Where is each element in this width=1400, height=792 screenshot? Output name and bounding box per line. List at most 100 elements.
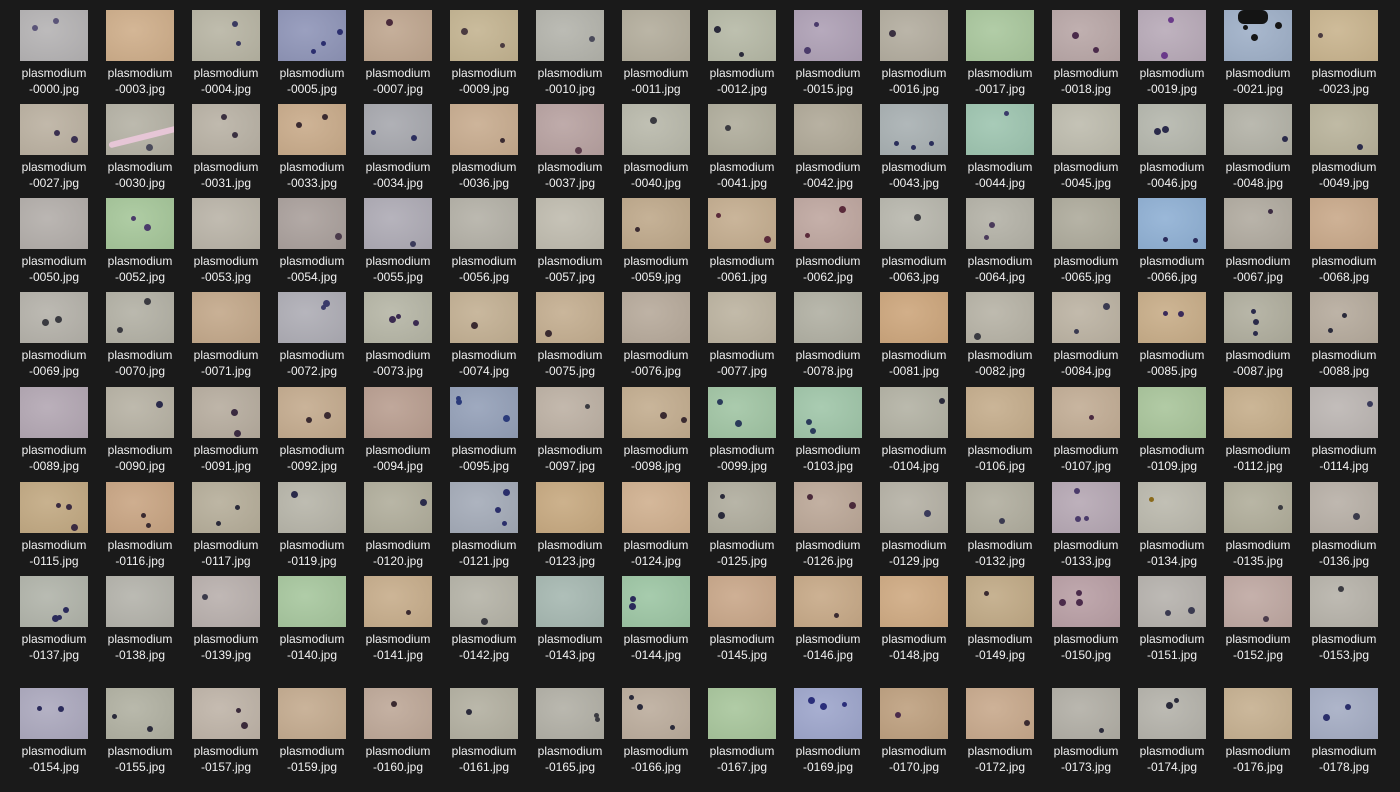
file-thumbnail[interactable] xyxy=(880,688,948,739)
file-thumbnail[interactable] xyxy=(794,292,862,343)
file-tile[interactable]: plasmodium -0103.jpg xyxy=(788,387,868,475)
file-tile[interactable]: plasmodium -0151.jpg xyxy=(1132,576,1212,664)
file-tile[interactable]: plasmodium -0155.jpg xyxy=(100,688,180,776)
file-thumbnail[interactable] xyxy=(106,10,174,61)
file-tile[interactable]: plasmodium -0033.jpg xyxy=(272,104,352,192)
file-thumbnail[interactable] xyxy=(20,198,88,249)
file-tile[interactable]: plasmodium -0043.jpg xyxy=(874,104,954,192)
file-thumbnail[interactable] xyxy=(622,10,690,61)
file-tile[interactable]: plasmodium -0056.jpg xyxy=(444,198,524,286)
file-thumbnail[interactable] xyxy=(880,576,948,627)
file-thumbnail[interactable] xyxy=(1138,198,1206,249)
file-tile[interactable]: plasmodium -0146.jpg xyxy=(788,576,868,664)
file-tile[interactable]: plasmodium -0138.jpg xyxy=(100,576,180,664)
file-thumbnail[interactable] xyxy=(1052,10,1120,61)
file-thumbnail[interactable] xyxy=(794,688,862,739)
file-tile[interactable]: plasmodium -0176.jpg xyxy=(1218,688,1298,776)
file-thumbnail[interactable] xyxy=(106,482,174,533)
file-tile[interactable]: plasmodium -0114.jpg xyxy=(1304,387,1384,475)
file-thumbnail[interactable] xyxy=(1138,688,1206,739)
file-tile[interactable]: plasmodium -0065.jpg xyxy=(1046,198,1126,286)
file-tile[interactable]: plasmodium -0074.jpg xyxy=(444,292,524,380)
file-thumbnail[interactable] xyxy=(1224,104,1292,155)
file-thumbnail[interactable] xyxy=(106,104,174,155)
file-tile[interactable]: plasmodium -0135.jpg xyxy=(1218,482,1298,570)
file-thumbnail[interactable] xyxy=(278,688,346,739)
file-tile[interactable]: plasmodium -0115.jpg xyxy=(14,482,94,570)
file-tile[interactable]: plasmodium -0042.jpg xyxy=(788,104,868,192)
file-thumbnail[interactable] xyxy=(794,387,862,438)
file-thumbnail[interactable] xyxy=(708,387,776,438)
file-thumbnail[interactable] xyxy=(536,387,604,438)
file-tile[interactable]: plasmodium -0019.jpg xyxy=(1132,10,1212,98)
file-tile[interactable]: plasmodium -0104.jpg xyxy=(874,387,954,475)
file-thumbnail[interactable] xyxy=(20,688,88,739)
file-thumbnail[interactable] xyxy=(1310,482,1378,533)
file-tile[interactable]: plasmodium -0145.jpg xyxy=(702,576,782,664)
file-thumbnail[interactable] xyxy=(364,482,432,533)
file-tile[interactable]: plasmodium -0134.jpg xyxy=(1132,482,1212,570)
file-tile[interactable]: plasmodium -0005.jpg xyxy=(272,10,352,98)
file-thumbnail[interactable] xyxy=(1052,292,1120,343)
file-thumbnail[interactable] xyxy=(106,576,174,627)
file-thumbnail[interactable] xyxy=(794,104,862,155)
file-tile[interactable]: plasmodium -0037.jpg xyxy=(530,104,610,192)
file-tile[interactable]: plasmodium -0062.jpg xyxy=(788,198,868,286)
file-thumbnail[interactable] xyxy=(1052,198,1120,249)
file-thumbnail[interactable] xyxy=(708,688,776,739)
file-tile[interactable]: plasmodium -0169.jpg xyxy=(788,688,868,776)
file-tile[interactable]: plasmodium -0000.jpg xyxy=(14,10,94,98)
file-thumbnail[interactable] xyxy=(106,688,174,739)
file-tile[interactable]: plasmodium -0159.jpg xyxy=(272,688,352,776)
file-thumbnail[interactable] xyxy=(1052,576,1120,627)
file-thumbnail[interactable] xyxy=(20,576,88,627)
file-tile[interactable]: plasmodium -0173.jpg xyxy=(1046,688,1126,776)
file-thumbnail[interactable] xyxy=(364,292,432,343)
file-tile[interactable]: plasmodium -0012.jpg xyxy=(702,10,782,98)
file-thumbnail[interactable] xyxy=(278,198,346,249)
file-tile[interactable]: plasmodium -0071.jpg xyxy=(186,292,266,380)
file-tile[interactable]: plasmodium -0045.jpg xyxy=(1046,104,1126,192)
file-tile[interactable]: plasmodium -0170.jpg xyxy=(874,688,954,776)
file-tile[interactable]: plasmodium -0089.jpg xyxy=(14,387,94,475)
file-tile[interactable]: plasmodium -0148.jpg xyxy=(874,576,954,664)
file-thumbnail[interactable] xyxy=(192,688,260,739)
file-tile[interactable]: plasmodium -0142.jpg xyxy=(444,576,524,664)
file-thumbnail[interactable] xyxy=(1310,292,1378,343)
file-tile[interactable]: plasmodium -0085.jpg xyxy=(1132,292,1212,380)
file-tile[interactable]: plasmodium -0081.jpg xyxy=(874,292,954,380)
file-thumbnail[interactable] xyxy=(1224,198,1292,249)
file-thumbnail[interactable] xyxy=(708,292,776,343)
file-tile[interactable]: plasmodium -0069.jpg xyxy=(14,292,94,380)
file-thumbnail[interactable] xyxy=(364,10,432,61)
file-tile[interactable]: plasmodium -0052.jpg xyxy=(100,198,180,286)
file-tile[interactable]: plasmodium -0143.jpg xyxy=(530,576,610,664)
file-tile[interactable]: plasmodium -0157.jpg xyxy=(186,688,266,776)
file-tile[interactable]: plasmodium -0070.jpg xyxy=(100,292,180,380)
file-tile[interactable]: plasmodium -0097.jpg xyxy=(530,387,610,475)
file-tile[interactable]: plasmodium -0003.jpg xyxy=(100,10,180,98)
file-tile[interactable]: plasmodium -0073.jpg xyxy=(358,292,438,380)
file-thumbnail[interactable] xyxy=(20,10,88,61)
file-thumbnail[interactable] xyxy=(1310,198,1378,249)
file-thumbnail[interactable] xyxy=(536,576,604,627)
file-thumbnail[interactable] xyxy=(966,482,1034,533)
file-thumbnail[interactable] xyxy=(1052,482,1120,533)
file-tile[interactable]: plasmodium -0137.jpg xyxy=(14,576,94,664)
file-tile[interactable]: plasmodium -0084.jpg xyxy=(1046,292,1126,380)
file-tile[interactable]: plasmodium -0140.jpg xyxy=(272,576,352,664)
file-tile[interactable]: plasmodium -0166.jpg xyxy=(616,688,696,776)
file-tile[interactable]: plasmodium -0063.jpg xyxy=(874,198,954,286)
file-tile[interactable]: plasmodium -0066.jpg xyxy=(1132,198,1212,286)
file-thumbnail[interactable] xyxy=(450,10,518,61)
file-tile[interactable]: plasmodium -0007.jpg xyxy=(358,10,438,98)
file-tile[interactable]: plasmodium -0050.jpg xyxy=(14,198,94,286)
file-thumbnail[interactable] xyxy=(450,688,518,739)
file-tile[interactable]: plasmodium -0078.jpg xyxy=(788,292,868,380)
file-tile[interactable]: plasmodium -0044.jpg xyxy=(960,104,1040,192)
file-thumbnail[interactable] xyxy=(536,688,604,739)
file-tile[interactable]: plasmodium -0174.jpg xyxy=(1132,688,1212,776)
file-thumbnail[interactable] xyxy=(192,198,260,249)
file-thumbnail[interactable] xyxy=(278,576,346,627)
file-tile[interactable]: plasmodium -0149.jpg xyxy=(960,576,1040,664)
